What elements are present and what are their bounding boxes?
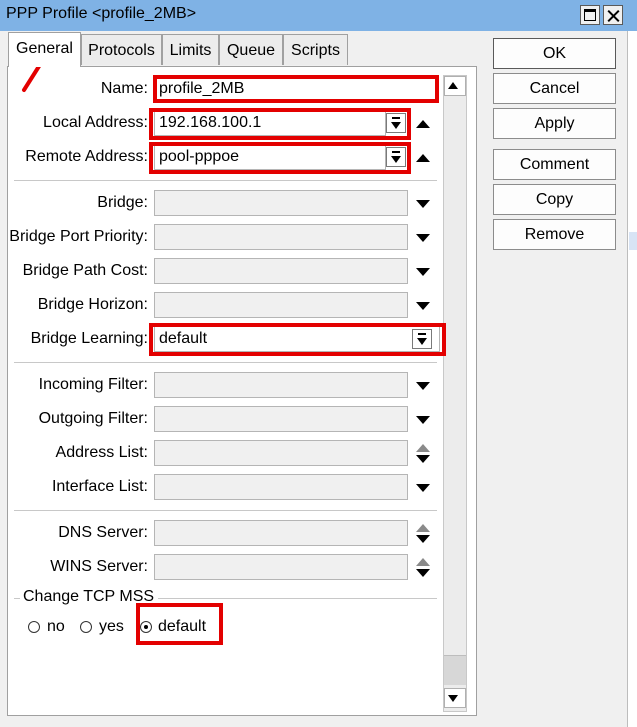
highlight-local-address: [149, 108, 411, 140]
tab-queue[interactable]: Queue: [219, 34, 283, 65]
bridge-path-cost-label: Bridge Path Cost:: [22, 262, 148, 279]
apply-button[interactable]: Apply: [493, 108, 616, 139]
group-line-right: [158, 598, 437, 599]
dns-server-label: DNS Server:: [58, 524, 148, 541]
wins-server-dropdown-icon[interactable]: [416, 569, 430, 577]
cancel-button[interactable]: Cancel: [493, 73, 616, 104]
wins-server-input[interactable]: [154, 554, 408, 580]
outgoing-filter-label: Outgoing Filter:: [38, 410, 148, 427]
tab-general[interactable]: General: [8, 32, 81, 67]
bridge-input[interactable]: [154, 190, 408, 216]
close-icon[interactable]: [603, 5, 623, 25]
bridge-path-cost-input[interactable]: [154, 258, 408, 284]
comment-button[interactable]: Comment: [493, 149, 616, 180]
remote-address-collapse-icon[interactable]: [416, 154, 430, 162]
address-list-dropdown-icon[interactable]: [416, 455, 430, 463]
bridge-label: Bridge:: [97, 194, 148, 211]
bridge-port-priority-dropdown-icon[interactable]: [416, 234, 430, 242]
interface-list-label: Interface List:: [51, 478, 148, 495]
local-address-label: Local Address:: [43, 114, 148, 131]
group-line-left: [14, 598, 20, 599]
background-window-edge: [627, 31, 637, 727]
incoming-filter-dropdown-icon[interactable]: [416, 382, 430, 390]
tab-protocols[interactable]: Protocols: [81, 34, 162, 65]
remote-address-label: Remote Address:: [25, 148, 148, 165]
separator: [14, 180, 437, 181]
bridge-horizon-label: Bridge Horizon:: [37, 296, 148, 313]
dns-server-add-icon[interactable]: [416, 524, 430, 532]
local-address-collapse-icon[interactable]: [416, 120, 430, 128]
bridge-dropdown-icon[interactable]: [416, 200, 430, 208]
form-scrollbar[interactable]: [443, 75, 467, 712]
tcp-mss-yes-radio[interactable]: [80, 621, 92, 633]
dns-server-dropdown-icon[interactable]: [416, 535, 430, 543]
address-list-input[interactable]: [154, 440, 408, 466]
window-title: PPP Profile <profile_2MB>: [6, 5, 197, 22]
incoming-filter-label: Incoming Filter:: [38, 376, 148, 393]
ok-button[interactable]: OK: [493, 38, 616, 69]
remove-button[interactable]: Remove: [493, 219, 616, 250]
wins-server-add-icon[interactable]: [416, 558, 430, 566]
bridge-horizon-input[interactable]: [154, 292, 408, 318]
dns-server-input[interactable]: [154, 520, 408, 546]
bridge-learning-label: Bridge Learning:: [30, 330, 148, 347]
interface-list-input[interactable]: [154, 474, 408, 500]
separator: [14, 510, 437, 511]
address-list-add-icon[interactable]: [416, 444, 430, 452]
bridge-path-cost-dropdown-icon[interactable]: [416, 268, 430, 276]
highlight-bridge-learning: [149, 323, 446, 356]
tcp-mss-no-radio[interactable]: [28, 621, 40, 633]
bridge-port-priority-label: Bridge Port Priority:: [9, 228, 148, 245]
copy-button[interactable]: Copy: [493, 184, 616, 215]
bridge-port-priority-input[interactable]: [154, 224, 408, 250]
outgoing-filter-dropdown-icon[interactable]: [416, 416, 430, 424]
background-selection-marker: [629, 232, 637, 250]
scrollbar-thumb[interactable]: [444, 655, 466, 685]
scroll-down-icon[interactable]: [444, 688, 466, 708]
maximize-icon[interactable]: [580, 5, 600, 25]
scroll-up-icon[interactable]: [444, 76, 466, 96]
highlight-remote-address: [149, 142, 411, 174]
change-tcp-mss-label: Change TCP MSS: [23, 588, 155, 605]
bridge-horizon-dropdown-icon[interactable]: [416, 302, 430, 310]
highlight-tcp-mss-default: [136, 603, 223, 645]
address-list-label: Address List:: [55, 444, 148, 461]
highlight-name: [153, 75, 439, 103]
tcp-mss-yes-label[interactable]: yes: [99, 617, 124, 637]
tab-limits[interactable]: Limits: [162, 34, 219, 65]
outgoing-filter-input[interactable]: [154, 406, 408, 432]
incoming-filter-input[interactable]: [154, 372, 408, 398]
interface-list-dropdown-icon[interactable]: [416, 484, 430, 492]
tcp-mss-no-label[interactable]: no: [47, 617, 65, 637]
tab-scripts[interactable]: Scripts: [283, 34, 348, 65]
separator: [14, 362, 437, 363]
wins-server-label: WINS Server:: [50, 558, 148, 575]
